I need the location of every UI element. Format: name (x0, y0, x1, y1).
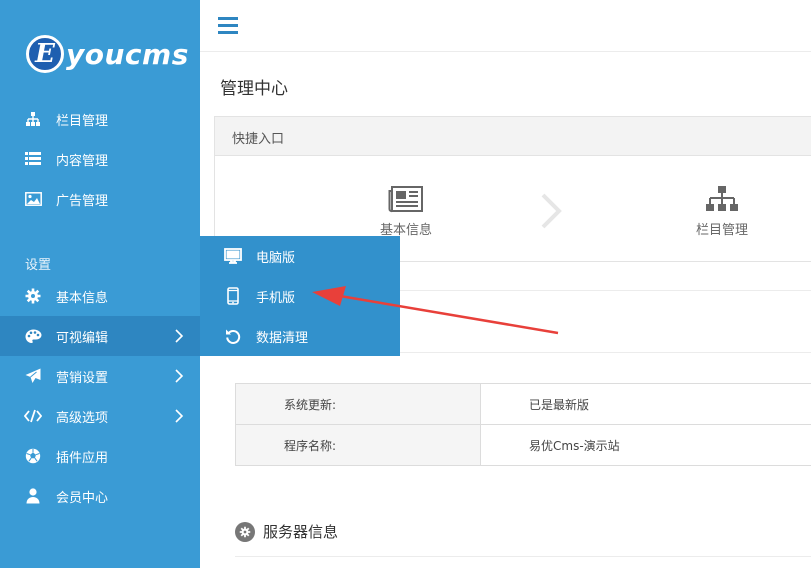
divider (235, 556, 811, 557)
top-bar (200, 0, 811, 52)
paper-plane-icon (24, 367, 42, 385)
sidebar-item-advanced[interactable]: 高级选项 (0, 396, 200, 436)
panel-header: 快捷入口 (215, 117, 811, 156)
page-title: 管理中心 (220, 79, 288, 99)
sidebar-item-ads[interactable]: 广告管理 (0, 179, 200, 219)
quick-link-label: 栏目管理 (695, 223, 748, 238)
sidebar-item-member[interactable]: 会员中心 (0, 476, 200, 516)
user-icon (24, 487, 42, 505)
server-info-heading: 服务器信息 (235, 521, 338, 542)
sidebar-item-label: 内容管理 (56, 153, 109, 169)
sidebar-item-label: 广告管理 (56, 193, 109, 209)
gear-icon (235, 521, 255, 542)
soccer-icon (24, 447, 42, 465)
sidebar: E youcms 栏目管理 内容管理 广告管理 设置 基本信息 可视编辑 营销设… (0, 0, 200, 568)
gear-icon (24, 287, 42, 305)
quick-link-columns[interactable]: 栏目管理 (677, 185, 767, 238)
sidebar-item-label: 栏目管理 (56, 113, 109, 129)
code-icon (24, 407, 42, 425)
server-info-title: 服务器信息 (263, 523, 339, 541)
desktop-icon (224, 247, 242, 265)
table-row: 系统更新: 已是最新版 (235, 383, 811, 425)
sidebar-item-columns[interactable]: 栏目管理 (0, 99, 200, 139)
sitemap-icon (704, 185, 740, 213)
image-icon (24, 190, 42, 208)
undo-icon (224, 327, 242, 345)
submenu-item-label: 电脑版 (256, 250, 296, 266)
system-info-table: 系统更新: 已是最新版 程序名称: 易优Cms-演示站 (235, 383, 811, 466)
chevron-right-icon (172, 408, 186, 424)
info-value: 易优Cms-演示站 (480, 424, 811, 466)
sidebar-section-settings: 设置 (25, 258, 52, 273)
submenu-item-label: 手机版 (256, 290, 296, 306)
mobile-icon (224, 287, 242, 305)
list-icon (24, 150, 42, 168)
submenu-item-desktop[interactable]: 电脑版 (200, 236, 400, 276)
sidebar-item-marketing[interactable]: 营销设置 (0, 356, 200, 396)
quick-link-basic-info[interactable]: 基本信息 (361, 185, 451, 238)
sidebar-item-label: 高级选项 (56, 410, 109, 426)
sitemap-icon (24, 110, 42, 128)
sidebar-item-basic-info[interactable]: 基本信息 (0, 276, 200, 316)
panel-title: 快捷入口 (232, 132, 285, 147)
sidebar-item-label: 插件应用 (56, 450, 109, 466)
chevron-right-icon (172, 328, 186, 344)
sidebar-item-label: 营销设置 (56, 370, 109, 386)
info-value: 已是最新版 (480, 383, 811, 425)
sidebar-item-content[interactable]: 内容管理 (0, 139, 200, 179)
sidebar-item-visual-edit[interactable]: 可视编辑 (0, 316, 200, 356)
logo-mark: E (26, 35, 64, 73)
sidebar-item-label: 可视编辑 (56, 330, 109, 346)
chevron-right-icon (539, 193, 563, 229)
info-key: 系统更新: (235, 383, 481, 425)
palette-icon (24, 327, 42, 345)
brand-logo[interactable]: E youcms (26, 34, 189, 74)
logo-text: youcms (66, 37, 189, 71)
sidebar-item-label: 基本信息 (56, 290, 109, 306)
menu-toggle-icon[interactable] (218, 17, 238, 34)
newspaper-icon (388, 185, 424, 213)
sidebar-item-label: 会员中心 (56, 490, 109, 506)
chevron-right-icon (172, 368, 186, 384)
table-row: 程序名称: 易优Cms-演示站 (235, 424, 811, 466)
annotation-arrow (312, 286, 559, 335)
info-key: 程序名称: (235, 424, 481, 466)
sidebar-item-plugins[interactable]: 插件应用 (0, 436, 200, 476)
